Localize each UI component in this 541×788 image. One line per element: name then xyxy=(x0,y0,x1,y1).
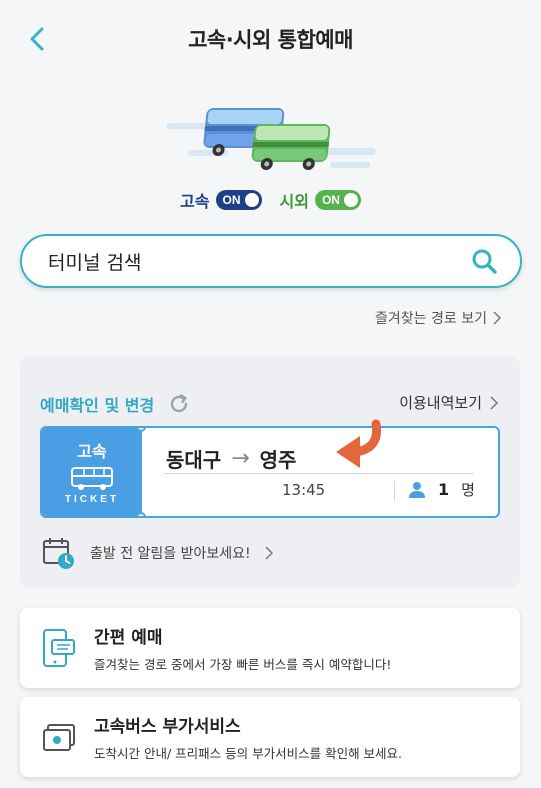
search-placeholder: 터미널 검색 xyxy=(48,251,142,274)
departure-alarm-link[interactable]: 출발 전 알림을 받아보세요! xyxy=(42,536,273,570)
ticket-destination: 영주 xyxy=(259,448,297,472)
departure-alarm-label: 출발 전 알림을 받아보세요! xyxy=(90,546,251,562)
express-addon-title: 고속버스 부가서비스 xyxy=(94,717,241,737)
bus-illustration xyxy=(166,108,376,170)
ticket-time: 13:45 xyxy=(282,481,326,499)
reservation-title: 예매확인 및 변경 xyxy=(40,392,190,416)
reservation-ticket[interactable]: 고속 TICKET 동대구 → 영주 13:45 1 명 xyxy=(40,426,500,518)
passenger-count: 1 xyxy=(438,480,450,499)
usage-history-label: 이용내역보기 xyxy=(399,394,482,412)
ticket-route: 동대구 → 영주 xyxy=(166,444,296,473)
chevron-right-icon xyxy=(265,546,273,560)
quick-booking-desc: 즐겨찾는 경로 중에서 가장 빠른 버스를 즉시 예약합니다! xyxy=(94,657,392,672)
ticket-type: 고속 xyxy=(77,442,107,461)
quick-booking-card[interactable]: 간편 예매 즐겨찾는 경로 중에서 가장 빠른 버스를 즉시 예약합니다! xyxy=(20,608,520,688)
ticket-notch xyxy=(136,428,146,432)
mobile-ticket-icon xyxy=(43,629,75,667)
header: 고속·시외 통합예매 xyxy=(0,0,541,78)
terminal-search-input[interactable]: 터미널 검색 xyxy=(20,234,522,288)
intercity-toggle-state: ON xyxy=(321,193,340,207)
ticket-divider xyxy=(164,473,474,474)
express-toggle-label: 고속 xyxy=(180,192,210,211)
search-icon[interactable] xyxy=(470,247,498,275)
chevron-right-icon xyxy=(493,311,501,325)
quick-booking-text: 간편 예매 즐겨찾는 경로 중에서 가장 빠른 버스를 즉시 예약합니다! xyxy=(94,623,391,673)
ticket-stack-icon xyxy=(43,724,75,751)
express-toggle[interactable]: ON xyxy=(215,190,262,210)
quick-booking-title: 간편 예매 xyxy=(94,628,163,648)
intercity-toggle-label: 시외 xyxy=(279,192,309,211)
ticket-notch xyxy=(136,512,146,516)
reservation-card: 예매확인 및 변경 이용내역보기 고속 TICKET 동대구 → 영주 13:4… xyxy=(20,356,520,588)
intercity-toggle-group: 시외 ON xyxy=(280,188,361,212)
ticket-origin: 동대구 xyxy=(166,448,222,472)
express-addon-text: 고속버스 부가서비스 도착시간 안내/ 프리패스 등의 부가서비스를 확인해 보… xyxy=(94,712,402,762)
bus-type-toggles: 고속 ON 시외 ON xyxy=(0,188,541,212)
favorite-routes-label: 즐겨찾는 경로 보기 xyxy=(375,311,487,327)
express-toggle-group: 고속 ON xyxy=(180,188,262,212)
ticket-stub: 고속 TICKET xyxy=(42,428,142,516)
express-addon-services-card[interactable]: 고속버스 부가서비스 도착시간 안내/ 프리패스 등의 부가서비스를 확인해 보… xyxy=(20,697,520,777)
toggle-knob xyxy=(244,193,259,207)
chevron-right-icon xyxy=(490,395,498,410)
person-icon xyxy=(409,481,425,498)
back-button[interactable] xyxy=(22,24,52,54)
ticket-separator xyxy=(394,481,395,501)
refresh-icon[interactable] xyxy=(168,393,190,415)
toggle-knob xyxy=(343,193,358,207)
bus-icon xyxy=(71,467,113,490)
express-addon-desc: 도착시간 안내/ 프리패스 등의 부가서비스를 확인해 보세요. xyxy=(94,746,403,761)
intercity-toggle[interactable]: ON xyxy=(314,190,361,210)
reservation-title-label: 예매확인 및 변경 xyxy=(40,396,155,415)
ticket-passengers: 1 명 xyxy=(408,479,475,500)
page-title: 고속·시외 통합예매 xyxy=(188,28,353,52)
usage-history-link[interactable]: 이용내역보기 xyxy=(399,392,498,413)
favorite-routes-link[interactable]: 즐겨찾는 경로 보기 xyxy=(375,308,501,328)
passenger-unit: 명 xyxy=(461,481,475,499)
arrow-right-icon: → xyxy=(231,446,250,471)
express-toggle-state: ON xyxy=(222,193,241,207)
chevron-left-icon xyxy=(30,27,44,51)
calendar-clock-icon xyxy=(43,538,74,569)
ticket-tag: TICKET xyxy=(64,494,120,505)
ticket-perforation xyxy=(140,434,142,512)
